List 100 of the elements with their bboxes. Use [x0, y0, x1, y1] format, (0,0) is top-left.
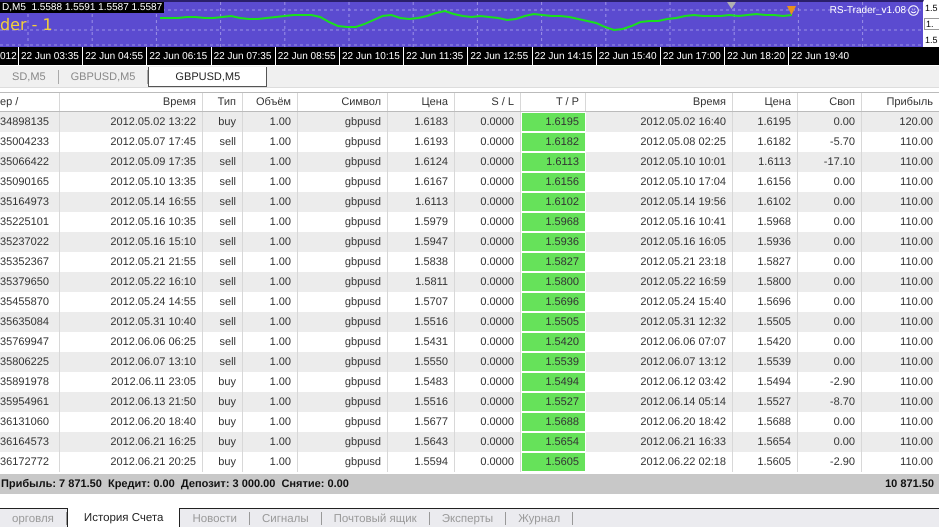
time-axis-label: 22 Jun 04:55	[82, 47, 146, 65]
table-cell: 1.5527	[733, 392, 798, 412]
time-axis-label: 22 Jun 15:40	[596, 47, 660, 65]
table-cell: 1.6113	[521, 152, 586, 172]
table-cell: 0.00	[798, 192, 862, 212]
price-axis-label: 1.5	[924, 2, 939, 12]
time-axis-label: 22 Jun 06:15	[146, 47, 211, 65]
table-cell: sell	[203, 232, 243, 252]
time-axis-label: 22 Jun 17:00	[660, 47, 724, 65]
table-cell-text: 110.00	[899, 395, 934, 410]
column-header[interactable]: ер /	[0, 93, 60, 111]
total-profit: 10 871.50	[885, 478, 934, 490]
table-cell-text: 110.00	[899, 195, 934, 210]
price-axis-label: 1.	[924, 18, 939, 30]
table-cell: 1.00	[243, 192, 298, 212]
column-header[interactable]: Своп	[798, 93, 862, 111]
table-cell: 1.00	[243, 312, 298, 332]
table-cell: 35954961	[0, 392, 60, 412]
table-cell: 1.5505	[521, 312, 586, 332]
table-cell: -8.70	[798, 392, 862, 412]
table-cell: 35379650	[0, 272, 60, 292]
table-cell-text: 110.00	[899, 235, 934, 250]
table-cell: 1.5696	[521, 292, 586, 312]
table-cell: -2.90	[798, 452, 862, 472]
column-header[interactable]: Тип	[203, 93, 243, 111]
table-cell-text: 120.00	[898, 115, 934, 130]
table-cell: 1.5936	[521, 232, 586, 252]
column-header[interactable]: Прибыль	[862, 93, 939, 111]
time-axis-label: 22 Jun 14:15	[532, 47, 596, 65]
table-cell: sell	[203, 152, 243, 172]
table-cell: sell	[203, 312, 243, 332]
indicator-label: der - 1	[0, 15, 53, 34]
table-cell: 2012.06.21 16:25	[60, 432, 203, 452]
table-cell: 1.5654	[521, 432, 586, 452]
column-header[interactable]: T / P	[521, 93, 586, 111]
table-cell: 0.00	[798, 112, 862, 132]
table-cell: gbpusd	[298, 432, 388, 452]
table-cell: 2012.05.02 13:22	[60, 112, 203, 132]
column-header[interactable]: Цена	[388, 93, 455, 111]
table-cell: gbpusd	[298, 272, 388, 292]
time-axis-label: 22 Jun 11:35	[403, 47, 468, 65]
table-cell: 1.00	[243, 232, 298, 252]
column-header[interactable]: S / L	[455, 93, 521, 111]
time-axis-label: 22 Jun 10:15	[338, 47, 404, 65]
table-cell: gbpusd	[298, 192, 388, 212]
table-cell: 1.5643	[388, 432, 455, 452]
table-cell: 2012.06.07 13:10	[60, 352, 203, 372]
table-cell: 1.00	[243, 352, 298, 372]
triangle-icon	[727, 2, 736, 9]
panel-tab[interactable]: История Счета	[66, 508, 180, 527]
time-axis-label: 22 Jun 12:55	[467, 47, 532, 65]
table-cell-text: 110.00	[899, 155, 934, 170]
column-header[interactable]: Время	[586, 93, 733, 111]
table-cell: 35164973	[0, 192, 60, 212]
smiley-icon	[908, 5, 919, 16]
table-cell: 1.6102	[521, 192, 586, 212]
table-cell: 2012.05.31 10:40	[60, 312, 203, 332]
table-cell: gbpusd	[298, 452, 388, 472]
table-cell: 1.5505	[733, 312, 798, 332]
time-axis-label: 22 Jun 19:40	[788, 47, 852, 65]
table-cell: 2012.06.07 13:12	[586, 352, 733, 372]
table-cell-text: 110.00	[899, 335, 934, 350]
chart-tab[interactable]: GBPUSD,M5	[148, 67, 268, 87]
table-cell-text: 110.00	[899, 175, 934, 190]
table-cell: 1.6183	[388, 112, 455, 132]
table-cell: 1.5968	[521, 212, 586, 232]
table-cell-text: 110.00	[899, 375, 934, 390]
table-cell: 1.5420	[521, 332, 586, 352]
table-cell: 34898135	[0, 112, 60, 132]
column-header[interactable]: Объём	[243, 93, 298, 111]
table-cell-text: 110.00	[899, 435, 934, 450]
table-cell: 1.5516	[388, 392, 455, 412]
table-cell-text: 110.00	[899, 215, 934, 230]
table-cell: 1.5605	[521, 452, 586, 472]
table-cell: -17.10	[798, 152, 862, 172]
triangle-icon	[787, 6, 796, 15]
table-cell: 1.6113	[733, 152, 798, 172]
table-cell-text: 110.00	[899, 315, 934, 330]
time-axis-label: 22 Jun 18:20	[724, 47, 788, 65]
table-cell: 35806225	[0, 352, 60, 372]
time-axis-label: 22 Jun 07:35	[210, 47, 275, 65]
table-cell-text: 110.00	[899, 135, 934, 150]
column-header[interactable]: Цена	[733, 93, 798, 111]
table-cell: 35066422	[0, 152, 60, 172]
time-axis-label: 22 Jun 08:55	[274, 47, 339, 65]
table-cell: buy	[203, 432, 243, 452]
table-cell: gbpusd	[298, 152, 388, 172]
table-cell: 1.5550	[388, 352, 455, 372]
table-cell: 36172772	[0, 452, 60, 472]
table-cell: 1.5539	[733, 352, 798, 372]
table-cell: 35635084	[0, 312, 60, 332]
table-cell: 1.00	[243, 392, 298, 412]
column-header[interactable]: Символ	[298, 93, 388, 111]
table-cell: gbpusd	[298, 392, 388, 412]
table-cell-text: 110.00	[899, 415, 934, 430]
table-cell: 2012.06.21 20:25	[60, 452, 203, 472]
table-cell: gbpusd	[298, 352, 388, 372]
table-cell: 1.5800	[521, 272, 586, 292]
table-cell: 1.6195	[733, 112, 798, 132]
column-header[interactable]: Время	[60, 93, 203, 111]
